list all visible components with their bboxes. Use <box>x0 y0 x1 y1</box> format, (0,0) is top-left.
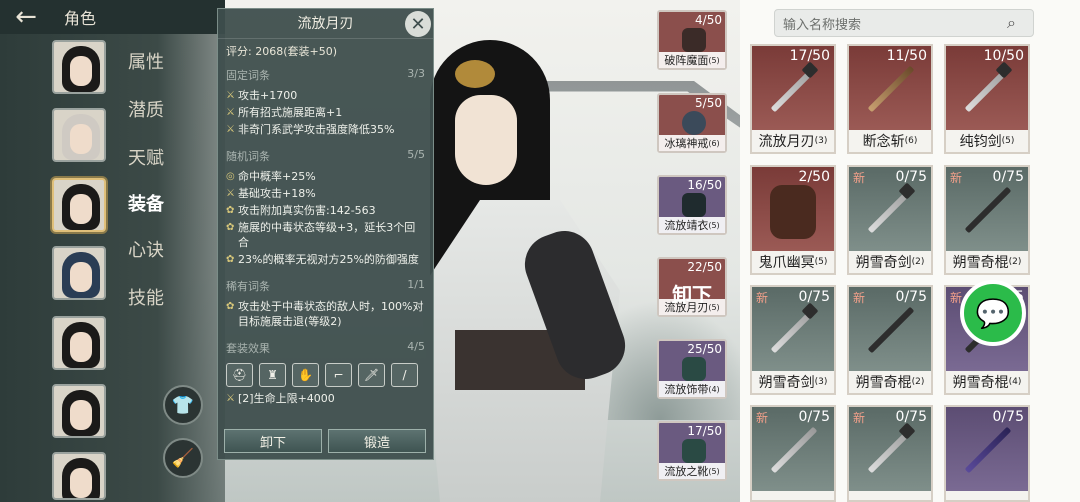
random-attr: ◎ 命中概率+25% <box>226 170 316 183</box>
inventory-item[interactable]: 新 0/75 朔雪奇棍 (2) <box>944 165 1030 275</box>
top-bar: ← 角色 <box>0 0 225 34</box>
lotus-icon: ✿ <box>226 205 235 216</box>
helmet-icon[interactable]: ⛑ <box>226 363 253 387</box>
page-title: 角色 <box>64 9 97 28</box>
lotus-icon: ✿ <box>226 222 235 233</box>
character-hairpin <box>455 60 495 88</box>
ring-icon <box>682 111 706 135</box>
inventory-item[interactable]: 新 0/75 <box>847 405 933 502</box>
glove-icon[interactable]: ✋ <box>292 363 319 387</box>
sword-mark-icon: ⚔ <box>226 188 235 199</box>
blade-icon[interactable]: / <box>391 363 418 387</box>
armor-icon[interactable]: ♜ <box>259 363 286 387</box>
menu-item-potential[interactable]: 潜质 <box>128 96 164 122</box>
boot-icon <box>682 439 706 463</box>
set-icons: ⛑ ♜ ✋ ⌐ 🗡 / <box>218 360 433 390</box>
item-score: 评分: 2068(套装+50) <box>226 45 337 58</box>
tooltip-actions: 卸下 锻造 <box>224 429 426 453</box>
random-section-header: 随机词条 5/5 <box>226 148 425 163</box>
avatar[interactable] <box>52 178 106 232</box>
item-tooltip: 流放月刃 ✕ 评分: 2068(套装+50) 固定词条 3/3 ⚔ 攻击+1700 … <box>217 8 434 460</box>
avatar[interactable] <box>52 246 106 300</box>
belt-icon <box>682 357 706 381</box>
menu-item-attributes[interactable]: 属性 <box>128 48 164 74</box>
sword-icon[interactable]: 🗡 <box>358 363 385 387</box>
close-icon[interactable]: ✕ <box>405 11 431 37</box>
fixed-attr: ⚔ 攻击+1700 <box>226 89 298 102</box>
random-attr: ⚔ 基础攻击+18% <box>226 187 316 200</box>
fixed-attr: ⚔ 非奇门系武学攻击强度降低35% <box>226 123 395 136</box>
inventory-item[interactable]: 2/50 鬼爪幽冥 (5) <box>750 165 836 275</box>
random-attr: ✿ 施展的中毒状态等级+3，延长3个回合 <box>226 221 416 249</box>
inventory-item[interactable]: 新 0/75 朔雪奇剑 (3) <box>750 285 836 395</box>
equip-slot-belt[interactable]: 25/50 流放饰带 (4) <box>657 339 727 399</box>
left-panel: ← 角色 属性 潜质 天赋 装备 心诀 技能 👕 🧹 <box>0 0 225 502</box>
search-input[interactable]: 输入名称搜索 ⌕ <box>774 9 1034 37</box>
target-icon: ◎ <box>226 171 235 182</box>
avatar[interactable] <box>52 108 106 162</box>
sword-mark-icon: ⚔ <box>226 124 235 135</box>
sword-mark-icon: ⚔ <box>226 393 235 404</box>
search-icon[interactable]: ⌕ <box>1007 13 1027 33</box>
boot-icon[interactable]: ⌐ <box>325 363 352 387</box>
broom-icon[interactable]: 🧹 <box>163 438 203 478</box>
avatar[interactable] <box>52 40 106 94</box>
rare-section-header: 稀有词条 1/1 <box>226 278 425 293</box>
unequip-button[interactable]: 卸下 <box>224 429 322 453</box>
fixed-attr: ⚔ 所有招式施展距离+1 <box>226 106 343 119</box>
equip-slot-armor[interactable]: 16/50 流放靖衣 (5) <box>657 175 727 235</box>
avatar[interactable] <box>52 384 106 438</box>
outfit-icon[interactable]: 👕 <box>163 385 203 425</box>
item-name: 流放月刃 <box>218 9 433 39</box>
wechat-icon[interactable]: 💬 <box>960 280 1026 346</box>
equip-slot-ring[interactable]: 5/50 冰璃神戒 (6) <box>657 93 727 153</box>
menu-item-equipment[interactable]: 装备 <box>128 190 164 216</box>
lotus-icon: ✿ <box>226 254 235 265</box>
claw-glove-icon <box>770 185 816 239</box>
inventory-item[interactable]: 新 0/75 朔雪奇剑 (2) <box>847 165 933 275</box>
character-face <box>455 95 517 185</box>
rare-attr: ✿ 攻击处于中毒状态的敌人时，100%对目标施展击退(等级2) <box>226 300 424 328</box>
inventory-item[interactable]: 10/50 纯钧剑 (5) <box>944 44 1030 154</box>
inventory-item[interactable]: 0/75 <box>944 405 1030 502</box>
inventory-item[interactable]: 17/50 流放月刃 (3) <box>750 44 836 154</box>
sword-mark-icon: ⚔ <box>226 107 235 118</box>
mask-icon <box>682 28 706 52</box>
equip-slot-helmet[interactable]: 4/50 破阵魔面 (5) <box>657 10 727 70</box>
forge-button[interactable]: 锻造 <box>328 429 426 453</box>
set-section-header: 套装效果 4/5 <box>226 340 425 355</box>
random-attr: ✿ 攻击附加真实伤害:142-563 <box>226 204 376 217</box>
avatar[interactable] <box>52 316 106 370</box>
inventory-item[interactable]: 11/50 断念斩 (6) <box>847 44 933 154</box>
lotus-icon: ✿ <box>226 301 235 312</box>
menu-item-skills[interactable]: 技能 <box>128 284 164 310</box>
sword-mark-icon: ⚔ <box>226 90 235 101</box>
equip-slot-boots[interactable]: 17/50 流放之靴 (5) <box>657 421 727 481</box>
equip-slot-weapon[interactable]: 22/50 卸下 流放月刃 (5) <box>657 257 727 317</box>
random-attr: ✿ 23%的概率无视对方25%的防御强度 <box>226 253 419 266</box>
avatar[interactable] <box>52 452 106 500</box>
set-effect: ⚔ [2]生命上限+4000 <box>226 392 335 405</box>
armor-icon <box>682 193 706 217</box>
arrow-left-icon[interactable]: ← <box>0 0 52 34</box>
inventory-item[interactable]: 新 0/75 <box>750 405 836 502</box>
fixed-section-header: 固定词条 3/3 <box>226 67 425 82</box>
menu-item-talent[interactable]: 天赋 <box>128 144 164 170</box>
menu-item-mind[interactable]: 心诀 <box>128 236 164 262</box>
inventory-item[interactable]: 新 0/75 朔雪奇棍 (2) <box>847 285 933 395</box>
